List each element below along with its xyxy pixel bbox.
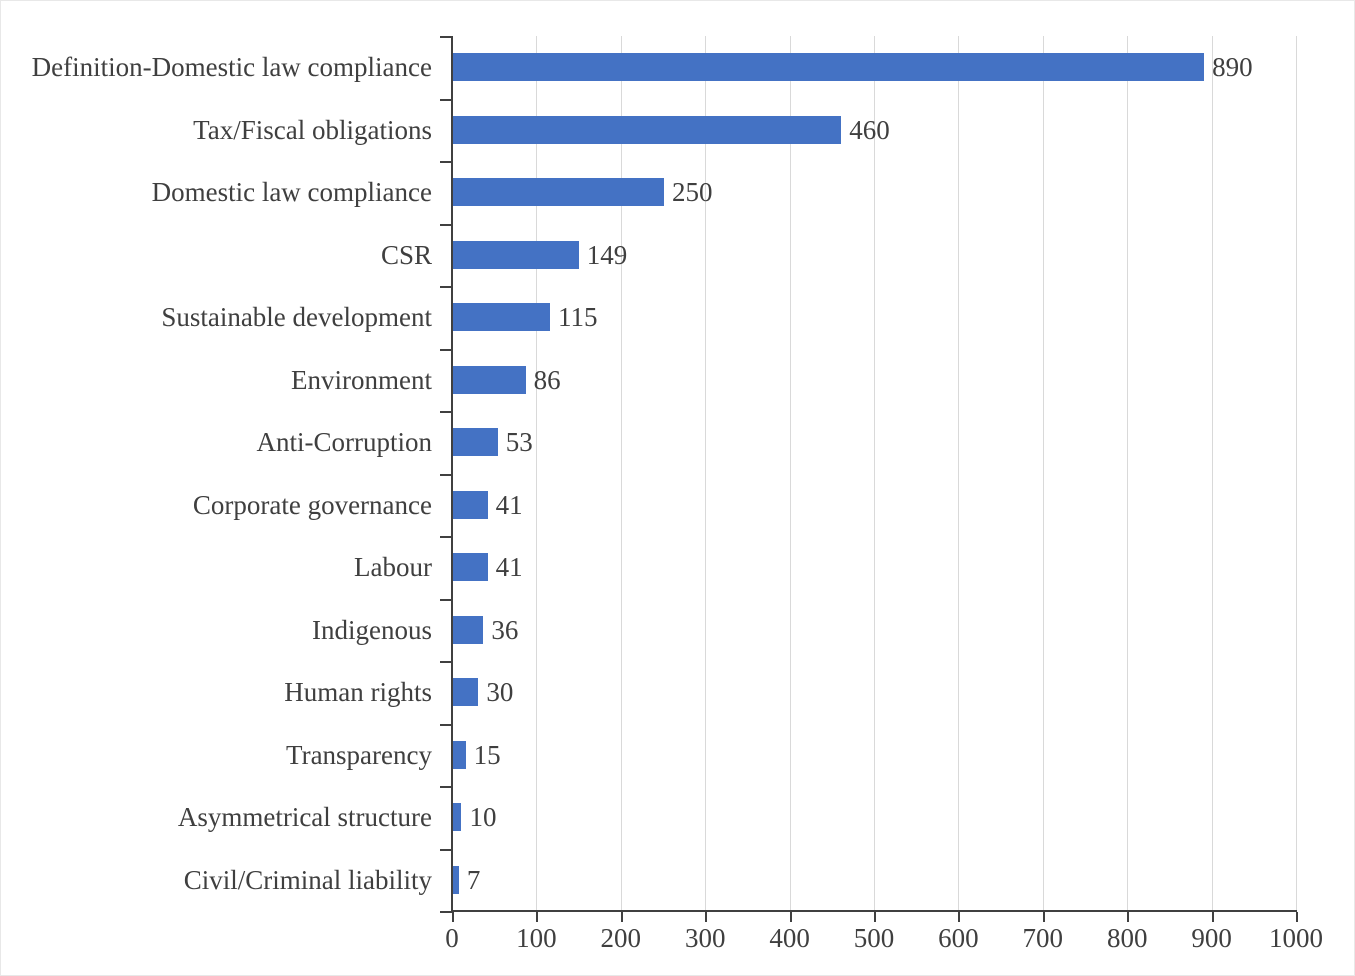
bar-row: Civil/Criminal liability 7 [1, 851, 1354, 909]
bar-row: Labour 41 [1, 538, 1354, 596]
bar-row: CSR 149 [1, 226, 1354, 284]
category-label: Domestic law compliance [151, 177, 432, 208]
bar-value-label: 890 [1212, 52, 1253, 83]
bar[interactable] [453, 740, 466, 769]
bar[interactable] [453, 53, 1205, 82]
bar-row: Environment 86 [1, 351, 1354, 409]
bar-value-label: 36 [491, 614, 519, 645]
bar-value-label: 115 [558, 302, 598, 333]
bar-value-label: 149 [586, 239, 628, 270]
category-label: Anti-Corruption [256, 427, 433, 458]
bar-value-label: 250 [672, 177, 713, 208]
x-axis-tick [958, 912, 961, 922]
bar[interactable] [453, 240, 579, 269]
bar-value-label: 460 [849, 114, 890, 145]
category-label: Definition-Domestic law compliance [31, 52, 432, 83]
bar[interactable] [453, 553, 488, 582]
bar-value-label: 41 [495, 489, 523, 520]
x-axis-tick [1296, 912, 1298, 922]
bar-chart: Definition-Domestic law compliance 890 Tax… [1, 1, 1354, 975]
bar-value-label: 7 [466, 864, 481, 895]
bar-value-label: 53 [505, 427, 533, 458]
bar-row: Indigenous 36 [1, 601, 1354, 659]
bar[interactable] [453, 615, 484, 644]
x-axis-tick [705, 912, 708, 922]
bar[interactable] [453, 428, 498, 457]
bar-row: Human rights 30 [1, 663, 1354, 721]
bar-value-label: 15 [473, 739, 501, 770]
y-axis-tick [440, 911, 452, 913]
category-label: Transparency [286, 739, 432, 770]
category-label: Civil/Criminal liability [183, 864, 432, 895]
bar-row: Definition-Domestic law compliance 890 [1, 38, 1354, 96]
bar-row: Transparency 15 [1, 726, 1354, 784]
x-axis-tick [789, 912, 792, 922]
bar[interactable] [453, 490, 488, 519]
category-label: CSR [380, 239, 432, 270]
category-label: Indigenous [312, 614, 432, 645]
x-axis-tick [1127, 912, 1130, 922]
x-axis-tick [620, 912, 623, 922]
bar-value-label: 10 [469, 802, 497, 833]
bar-value-label: 41 [495, 552, 523, 583]
bar-row: Corporate governance 41 [1, 476, 1354, 534]
bar-value-label: 30 [486, 677, 514, 708]
x-axis-tick [452, 912, 454, 922]
x-axis-tick [536, 912, 539, 922]
bar-value-label: 86 [533, 364, 561, 395]
bar[interactable] [453, 303, 551, 332]
category-label: Corporate governance [192, 489, 432, 520]
bar-row: Asymmetrical structure 10 [1, 788, 1354, 846]
bar[interactable] [453, 865, 459, 894]
category-label: Tax/Fiscal obligations [193, 114, 432, 145]
bar[interactable] [453, 803, 462, 832]
category-label: Sustainable development [161, 302, 432, 333]
bar-row: Anti-Corruption 53 [1, 413, 1354, 471]
bar-row: Domestic law compliance 250 [1, 163, 1354, 221]
bar[interactable] [453, 365, 526, 394]
x-axis-tick [1211, 912, 1214, 922]
x-axis-tick-label: 1000 [1269, 923, 1323, 953]
bar[interactable] [453, 678, 479, 707]
category-label: Environment [291, 364, 432, 395]
category-label: Human rights [284, 677, 432, 708]
bar[interactable] [453, 178, 664, 207]
chart-page: Definition-Domestic law compliance 890 Tax… [0, 0, 1355, 976]
category-label: Labour [354, 552, 432, 583]
x-axis-tick [1042, 912, 1045, 922]
category-label: Asymmetrical structure [177, 802, 432, 833]
bar-row: Tax/Fiscal obligations 460 [1, 101, 1354, 159]
x-axis-tick [874, 912, 876, 922]
bar[interactable] [453, 115, 842, 144]
bar-row: Sustainable development 115 [1, 288, 1354, 346]
